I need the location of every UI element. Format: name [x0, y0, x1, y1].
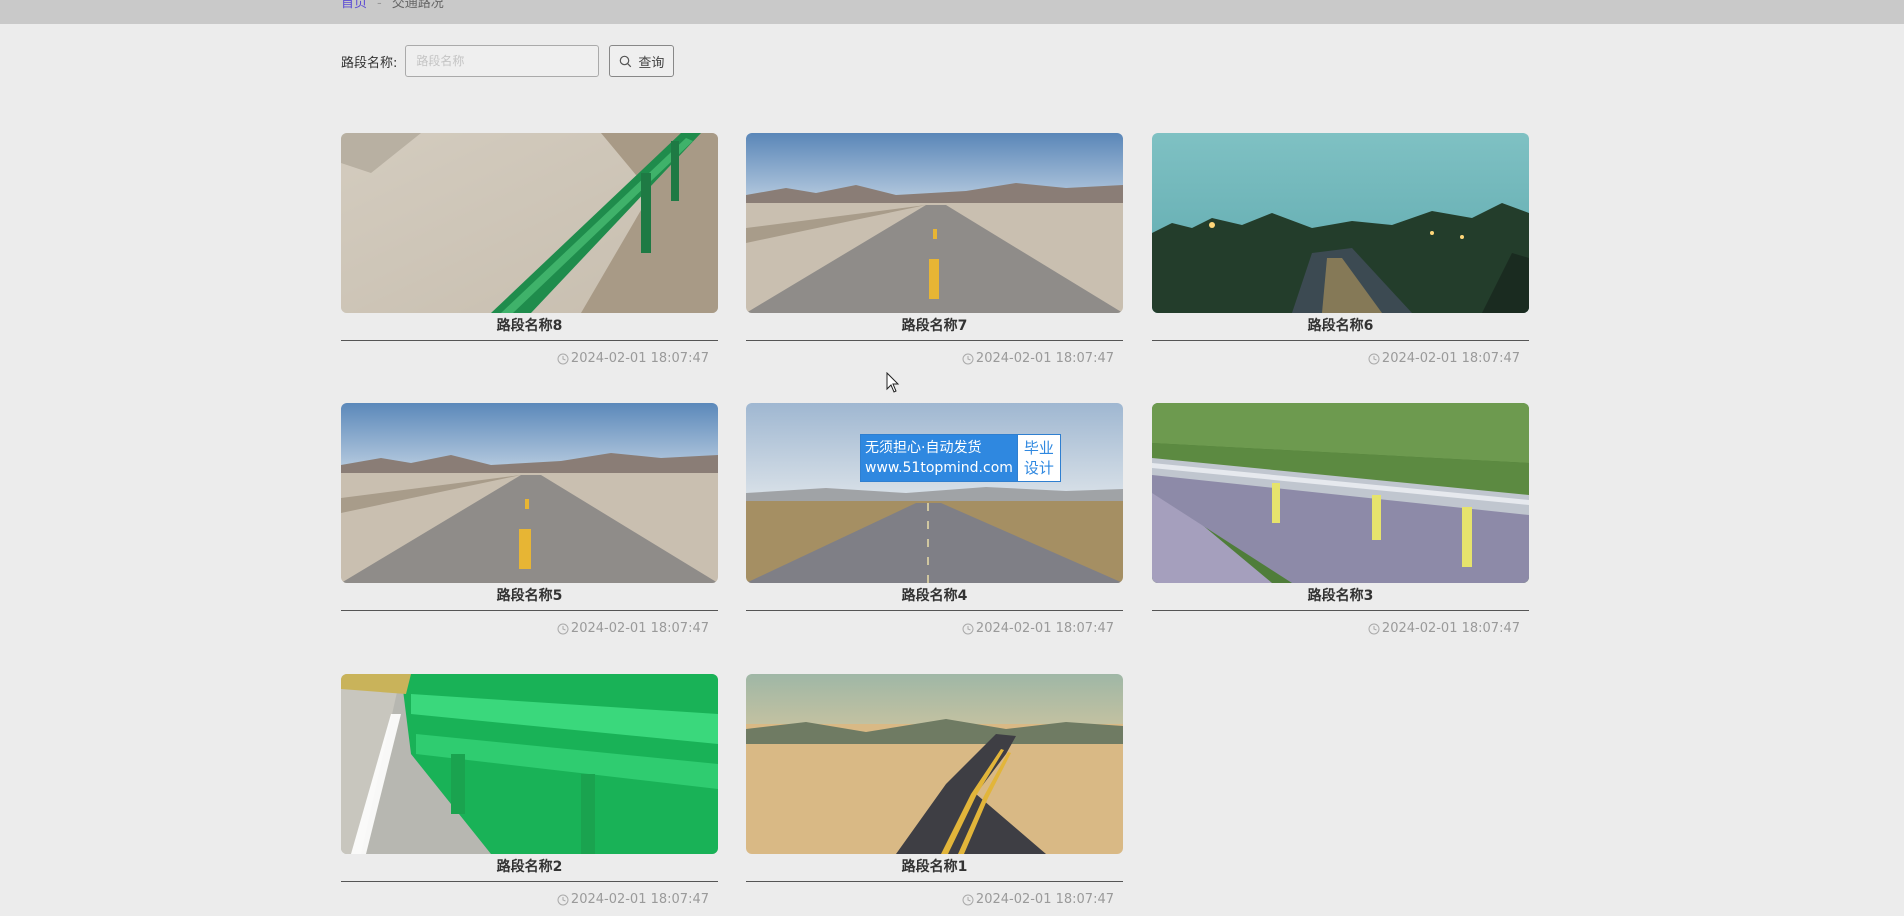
watermark-badge: 无须担心·自动发货 www.51topmind.com 毕业 设计 — [860, 434, 1061, 482]
road-thumbnail[interactable] — [746, 403, 1123, 583]
clock-icon — [557, 894, 569, 905]
watermark-right: 毕业 设计 — [1016, 435, 1060, 481]
road-card-title[interactable]: 路段名称6 — [1152, 313, 1529, 341]
road-card-time: 2024-02-01 18:07:47 — [746, 351, 1123, 366]
road-card-time-text: 2024-02-01 18:07:47 — [570, 621, 709, 636]
clock-icon — [557, 623, 569, 634]
road-thumbnail[interactable] — [1152, 403, 1529, 583]
road-card-title[interactable]: 路段名称1 — [746, 854, 1123, 882]
clock-icon — [962, 894, 974, 905]
top-bar — [0, 0, 1904, 24]
road-card-time: 2024-02-01 18:07:47 — [746, 892, 1123, 907]
road-card-title[interactable]: 路段名称3 — [1152, 583, 1529, 611]
breadcrumb-home-link[interactable]: 首页 — [341, 0, 367, 11]
road-thumbnail[interactable] — [746, 674, 1123, 854]
watermark-right2: 设计 — [1023, 459, 1054, 477]
road-card[interactable]: 路段名称1 2024-02-01 18:07:47 — [746, 674, 1123, 907]
road-card-time-text: 2024-02-01 18:07:47 — [570, 351, 709, 366]
road-card[interactable]: 路段名称7 2024-02-01 18:07:47 — [746, 133, 1123, 366]
road-card-time: 2024-02-01 18:07:47 — [341, 621, 718, 636]
breadcrumb: 首页 - 交通路况 — [341, 0, 444, 12]
road-card-title[interactable]: 路段名称4 — [746, 583, 1123, 611]
road-thumbnail[interactable] — [1152, 133, 1529, 313]
road-card-time-text: 2024-02-01 18:07:47 — [975, 621, 1114, 636]
road-card[interactable]: 路段名称8 2024-02-01 18:07:47 — [341, 133, 718, 366]
road-card-time-text: 2024-02-01 18:07:47 — [1381, 351, 1520, 366]
mouse-cursor-icon — [886, 372, 900, 393]
road-thumbnail[interactable] — [341, 674, 718, 854]
road-thumbnail[interactable] — [746, 133, 1123, 313]
road-card-time: 2024-02-01 18:07:47 — [1152, 621, 1529, 636]
watermark-right1: 毕业 — [1023, 439, 1054, 457]
breadcrumb-current: 交通路况 — [391, 0, 444, 11]
road-card-time: 2024-02-01 18:07:47 — [341, 892, 718, 907]
road-card-time: 2024-02-01 18:07:47 — [341, 351, 718, 366]
search-input[interactable] — [405, 45, 600, 77]
watermark-line1: 无须担心·自动发货 — [865, 440, 982, 456]
road-card-time-text: 2024-02-01 18:07:47 — [570, 892, 709, 907]
road-card-time: 2024-02-01 18:07:47 — [1152, 351, 1529, 366]
road-card-title[interactable]: 路段名称5 — [341, 583, 718, 611]
road-card[interactable]: 路段名称5 2024-02-01 18:07:47 — [341, 403, 718, 636]
road-card-title[interactable]: 路段名称8 — [341, 313, 718, 341]
search-button[interactable]: 查询 — [609, 45, 675, 77]
watermark-left: 无须担心·自动发货 www.51topmind.com — [861, 435, 1017, 481]
watermark-line2: www.51topmind.com — [865, 460, 1013, 476]
search-label: 路段名称: — [341, 55, 398, 71]
road-card-title[interactable]: 路段名称7 — [746, 313, 1123, 341]
clock-icon — [962, 353, 974, 364]
search-bar: 路段名称: 查询 — [341, 45, 675, 77]
road-thumbnail[interactable] — [341, 133, 718, 313]
clock-icon — [557, 353, 569, 364]
road-card[interactable]: 路段名称2 2024-02-01 18:07:47 — [341, 674, 718, 907]
search-button-label: 查询 — [638, 55, 665, 71]
clock-icon — [1368, 623, 1380, 634]
clock-icon — [962, 623, 974, 634]
road-card-time: 2024-02-01 18:07:47 — [746, 621, 1123, 636]
road-card[interactable]: 路段名称6 2024-02-01 18:07:47 — [1152, 133, 1529, 366]
road-card[interactable]: 路段名称3 2024-02-01 18:07:47 — [1152, 403, 1529, 636]
breadcrumb-separator: - — [377, 0, 382, 11]
road-card-time-text: 2024-02-01 18:07:47 — [1381, 621, 1520, 636]
clock-icon — [1368, 353, 1380, 364]
road-card-time-text: 2024-02-01 18:07:47 — [975, 892, 1114, 907]
search-icon — [620, 55, 632, 67]
road-card-time-text: 2024-02-01 18:07:47 — [975, 351, 1114, 366]
road-card-title[interactable]: 路段名称2 — [341, 854, 718, 882]
road-thumbnail[interactable] — [341, 403, 718, 583]
